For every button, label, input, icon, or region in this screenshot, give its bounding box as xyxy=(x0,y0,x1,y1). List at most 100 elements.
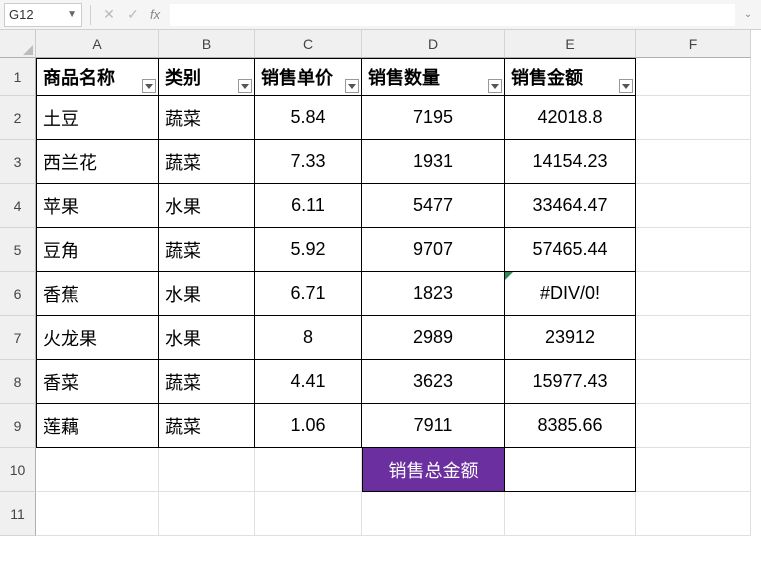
cell-F1[interactable] xyxy=(636,58,751,96)
cell-E8[interactable]: 15977.43 xyxy=(505,360,636,404)
col-header-A[interactable]: A xyxy=(36,30,159,58)
cells-area[interactable]: 商品名称类别销售单价销售数量销售金额土豆蔬菜5.84719542018.8西兰花… xyxy=(36,58,751,572)
cell-B9[interactable]: 蔬菜 xyxy=(159,404,255,448)
cell-A10[interactable] xyxy=(36,448,159,492)
col-header-F[interactable]: F xyxy=(636,30,751,58)
cell-D10-total-label[interactable]: 销售总金额 xyxy=(362,448,505,492)
cell-B6[interactable]: 水果 xyxy=(159,272,255,316)
cell-A6[interactable]: 香蕉 xyxy=(36,272,159,316)
cell-F4[interactable] xyxy=(636,184,751,228)
cell-D6[interactable]: 1823 xyxy=(362,272,505,316)
filter-icon[interactable] xyxy=(142,79,156,93)
cell-C9[interactable]: 1.06 xyxy=(255,404,362,448)
cell-B8[interactable]: 蔬菜 xyxy=(159,360,255,404)
filter-icon[interactable] xyxy=(345,79,359,93)
col-header-E[interactable]: E xyxy=(505,30,636,58)
cell-B10[interactable] xyxy=(159,448,255,492)
cell-F11[interactable] xyxy=(636,492,751,536)
cell-B5[interactable]: 蔬菜 xyxy=(159,228,255,272)
cell-F9[interactable] xyxy=(636,404,751,448)
cell-B2[interactable]: 蔬菜 xyxy=(159,96,255,140)
cell-C8[interactable]: 4.41 xyxy=(255,360,362,404)
cell-D3[interactable]: 1931 xyxy=(362,140,505,184)
filter-icon[interactable] xyxy=(238,79,252,93)
cell-A2[interactable]: 土豆 xyxy=(36,96,159,140)
header-cell-B[interactable]: 类别 xyxy=(159,58,255,96)
cell-E4[interactable]: 33464.47 xyxy=(505,184,636,228)
cell-C10[interactable] xyxy=(255,448,362,492)
row-header-6[interactable]: 6 xyxy=(0,272,36,316)
confirm-icon[interactable]: ✓ xyxy=(123,5,143,25)
row-header-5[interactable]: 5 xyxy=(0,228,36,272)
cell-A3[interactable]: 西兰花 xyxy=(36,140,159,184)
col-header-B[interactable]: B xyxy=(159,30,255,58)
cell-F10[interactable] xyxy=(636,448,751,492)
row-headers: 1234567891011 xyxy=(0,58,36,572)
cell-E11[interactable] xyxy=(505,492,636,536)
cell-A8[interactable]: 香菜 xyxy=(36,360,159,404)
row-header-10[interactable]: 10 xyxy=(0,448,36,492)
cell-F7[interactable] xyxy=(636,316,751,360)
cell-E3[interactable]: 14154.23 xyxy=(505,140,636,184)
cell-C7[interactable]: 8 xyxy=(255,316,362,360)
cell-D5[interactable]: 9707 xyxy=(362,228,505,272)
cell-C11[interactable] xyxy=(255,492,362,536)
cell-B11[interactable] xyxy=(159,492,255,536)
cell-E10-total-value[interactable] xyxy=(505,448,636,492)
cell-A7[interactable]: 火龙果 xyxy=(36,316,159,360)
cell-D9[interactable]: 7911 xyxy=(362,404,505,448)
cell-E2[interactable]: 42018.8 xyxy=(505,96,636,140)
select-all-corner[interactable] xyxy=(0,30,36,58)
col-header-C[interactable]: C xyxy=(255,30,362,58)
cell-E7[interactable]: 23912 xyxy=(505,316,636,360)
cell-E5[interactable]: 57465.44 xyxy=(505,228,636,272)
cell-A11[interactable] xyxy=(36,492,159,536)
cell-B3[interactable]: 蔬菜 xyxy=(159,140,255,184)
name-box[interactable]: G12 ▼ xyxy=(4,3,82,27)
cell-F3[interactable] xyxy=(636,140,751,184)
fx-icon[interactable]: fx xyxy=(147,7,166,22)
cell-D11[interactable] xyxy=(362,492,505,536)
cell-A4[interactable]: 苹果 xyxy=(36,184,159,228)
cell-D8[interactable]: 3623 xyxy=(362,360,505,404)
separator xyxy=(90,5,91,25)
cell-E9[interactable]: 8385.66 xyxy=(505,404,636,448)
formula-input[interactable] xyxy=(170,4,735,26)
cell-B4[interactable]: 水果 xyxy=(159,184,255,228)
cell-F6[interactable] xyxy=(636,272,751,316)
formula-bar-expand-icon[interactable]: ⌄ xyxy=(739,9,757,20)
cell-B7[interactable]: 水果 xyxy=(159,316,255,360)
header-cell-E[interactable]: 销售金额 xyxy=(505,58,636,96)
cell-D4[interactable]: 5477 xyxy=(362,184,505,228)
row-header-2[interactable]: 2 xyxy=(0,96,36,140)
cell-D2[interactable]: 7195 xyxy=(362,96,505,140)
cell-F5[interactable] xyxy=(636,228,751,272)
row-header-8[interactable]: 8 xyxy=(0,360,36,404)
cell-E6[interactable]: #DIV/0! xyxy=(505,272,636,316)
row-header-4[interactable]: 4 xyxy=(0,184,36,228)
cell-A5[interactable]: 豆角 xyxy=(36,228,159,272)
col-header-D[interactable]: D xyxy=(362,30,505,58)
cancel-icon[interactable]: ✕ xyxy=(99,5,119,25)
filter-icon[interactable] xyxy=(488,79,502,93)
cell-A9[interactable]: 莲藕 xyxy=(36,404,159,448)
row-header-3[interactable]: 3 xyxy=(0,140,36,184)
row-header-9[interactable]: 9 xyxy=(0,404,36,448)
header-cell-C[interactable]: 销售单价 xyxy=(255,58,362,96)
cell-C6[interactable]: 6.71 xyxy=(255,272,362,316)
cell-F8[interactable] xyxy=(636,360,751,404)
header-cell-D[interactable]: 销售数量 xyxy=(362,58,505,96)
filter-icon[interactable] xyxy=(619,79,633,93)
cell-C2[interactable]: 5.84 xyxy=(255,96,362,140)
error-indicator-icon[interactable] xyxy=(505,272,513,280)
cell-F2[interactable] xyxy=(636,96,751,140)
row-header-7[interactable]: 7 xyxy=(0,316,36,360)
name-box-dropdown-icon[interactable]: ▼ xyxy=(67,9,77,20)
cell-C4[interactable]: 6.11 xyxy=(255,184,362,228)
header-cell-A[interactable]: 商品名称 xyxy=(36,58,159,96)
row-header-1[interactable]: 1 xyxy=(0,58,36,96)
cell-C3[interactable]: 7.33 xyxy=(255,140,362,184)
cell-C5[interactable]: 5.92 xyxy=(255,228,362,272)
row-header-11[interactable]: 11 xyxy=(0,492,36,536)
cell-D7[interactable]: 2989 xyxy=(362,316,505,360)
